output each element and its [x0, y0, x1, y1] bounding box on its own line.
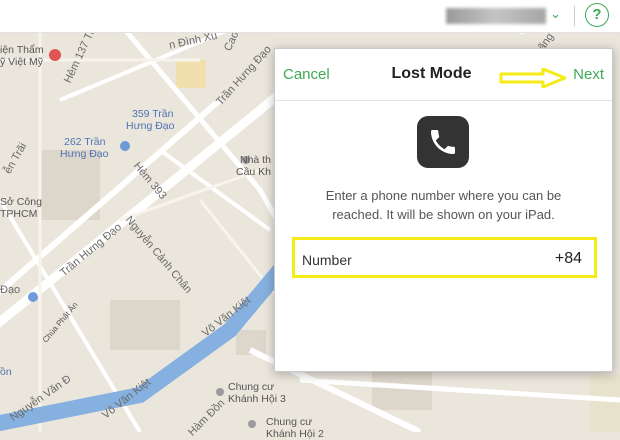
map-label: ỹ Việt Mỹ: [0, 56, 43, 68]
top-bar: ⌄ ?: [0, 0, 620, 33]
map-label: Sở Công: [0, 196, 42, 208]
map-label: TPHCM: [0, 208, 38, 220]
phone-icon: [417, 116, 469, 168]
map-label: Hưng Đạo: [60, 148, 109, 160]
map-label: 359 Trần: [132, 108, 174, 120]
map-label: Nhà th: [240, 154, 271, 166]
map-label: Đạo: [0, 284, 21, 296]
map-label: 262 Trần: [64, 136, 106, 148]
number-input-value[interactable]: +84: [555, 250, 582, 268]
lost-mode-dialog: Cancel Lost Mode Next Enter a phone numb…: [274, 48, 613, 372]
map-label: Chung cư: [228, 381, 275, 393]
divider: [574, 6, 575, 26]
chevron-down-icon[interactable]: ⌄: [550, 6, 561, 22]
next-button[interactable]: Next: [573, 66, 604, 83]
map-label: Cầu Kh: [236, 166, 272, 178]
help-icon[interactable]: ?: [585, 3, 609, 27]
arrow-annotation-icon: [499, 68, 567, 88]
account-name-redacted[interactable]: [446, 8, 546, 24]
map-label: ồn: [0, 366, 12, 378]
number-label: Number: [302, 252, 352, 268]
phone-number-field[interactable]: Number +84: [292, 237, 597, 278]
dialog-header: Cancel Lost Mode Next: [275, 49, 612, 101]
map-label: Chung cư: [266, 416, 313, 428]
map-label: Hưng Đạo: [126, 120, 175, 132]
map-label: Khánh Hội 3: [228, 393, 286, 405]
dialog-message: Enter a phone number where you can be re…: [295, 186, 592, 224]
message-line-1: Enter a phone number where you can be: [325, 188, 562, 203]
map-label: Khánh Hội 2: [266, 428, 324, 440]
map-label: iện Thẩm: [0, 44, 44, 56]
message-line-2: reached. It will be shown on your iPad.: [332, 207, 555, 222]
